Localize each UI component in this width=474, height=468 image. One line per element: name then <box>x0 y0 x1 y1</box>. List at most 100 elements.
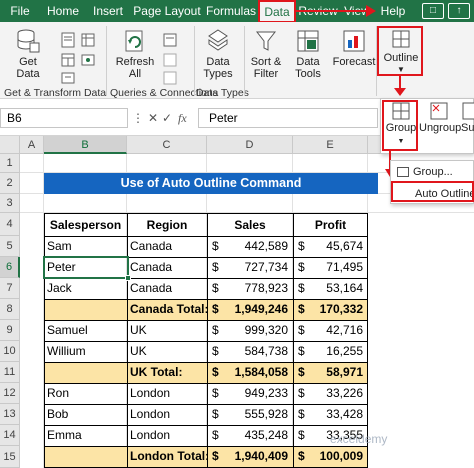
row-header[interactable]: 8 <box>0 299 20 320</box>
existing-connections-icon[interactable] <box>80 52 96 68</box>
fill-handle[interactable] <box>125 275 131 281</box>
header-profit[interactable]: Profit <box>293 214 368 236</box>
row-header[interactable]: 3 <box>0 194 20 213</box>
cell-total-label[interactable]: UK Total: <box>127 362 207 383</box>
cell-profit[interactable]: 53,164 <box>313 278 368 299</box>
data-tools-button[interactable]: Data Tools <box>288 28 328 80</box>
cell-total-sales[interactable]: 1,584,058 <box>227 362 293 383</box>
cell-region[interactable]: Canada <box>127 236 207 257</box>
column-header-d[interactable]: D <box>207 136 293 154</box>
row-header[interactable]: 2 <box>0 173 20 194</box>
row-header[interactable]: 1 <box>0 154 20 173</box>
cell-sales[interactable]: 949,233 <box>227 383 293 404</box>
cell-region[interactable]: UK <box>127 341 207 362</box>
cell-region[interactable]: London <box>127 383 207 404</box>
cell-profit[interactable]: 45,674 <box>313 236 368 257</box>
row-header[interactable]: 12 <box>0 383 20 404</box>
cell-salesperson[interactable]: Samuel <box>44 320 127 341</box>
from-text-icon[interactable] <box>60 32 76 48</box>
tab-insert[interactable]: Insert <box>87 0 129 22</box>
row-header[interactable]: 10 <box>0 341 20 362</box>
cell-region[interactable]: Canada <box>127 278 207 299</box>
cell-profit[interactable]: 33,428 <box>313 404 368 425</box>
cell-profit[interactable]: 71,495 <box>313 257 368 278</box>
row-header[interactable]: 9 <box>0 320 20 341</box>
cell-sales[interactable]: 555,928 <box>227 404 293 425</box>
cell-sales[interactable]: 435,248 <box>227 425 293 446</box>
header-salesperson[interactable]: Salesperson <box>44 214 127 236</box>
cell-currency: $ <box>212 323 219 337</box>
cell-region[interactable]: London <box>127 425 207 446</box>
cell-profit[interactable]: 16,255 <box>313 341 368 362</box>
row-header[interactable]: 6 <box>0 257 20 278</box>
comments-icon[interactable]: □ <box>422 3 444 19</box>
tab-page-layout[interactable]: Page Layout <box>132 0 202 22</box>
tab-help[interactable]: Help <box>377 0 409 22</box>
cell-profit[interactable]: 42,716 <box>313 320 368 341</box>
cell-profit[interactable]: 33,226 <box>313 383 368 404</box>
sheet-title-banner[interactable]: Use of Auto Outline Command <box>44 173 378 194</box>
cell-salesperson[interactable]: Willium <box>44 341 127 362</box>
column-header-b[interactable]: B <box>44 136 127 154</box>
recent-sources-icon[interactable] <box>60 70 76 86</box>
cell-salesperson[interactable]: Emma <box>44 425 127 446</box>
tab-file[interactable]: File <box>2 0 38 22</box>
row-header[interactable]: 13 <box>0 404 20 425</box>
enter-icon[interactable]: ✓ <box>162 108 172 128</box>
cell-total-label[interactable]: Canada Total: <box>127 299 207 320</box>
ungroup-button[interactable]: Ungroup <box>419 101 461 135</box>
select-all-corner[interactable] <box>0 136 20 154</box>
cell-region[interactable]: London <box>127 404 207 425</box>
cell-total-sales[interactable]: 1,940,409 <box>227 446 293 467</box>
queries-icon[interactable] <box>162 32 178 48</box>
from-web-icon[interactable] <box>60 52 76 68</box>
share-icon[interactable]: ↑ <box>448 3 470 19</box>
cell-sales[interactable]: 999,320 <box>227 320 293 341</box>
row-header[interactable]: 14 <box>0 425 20 446</box>
insert-function-icon[interactable]: fx <box>178 108 187 128</box>
cell-total-profit[interactable]: 58,971 <box>313 362 368 383</box>
row-header[interactable]: 15 <box>0 446 20 468</box>
column-header-c[interactable]: C <box>127 136 207 154</box>
formula-input[interactable]: Peter <box>198 108 378 128</box>
cell-currency: $ <box>298 365 305 379</box>
cell-salesperson[interactable]: Sam <box>44 236 127 257</box>
cell-sales[interactable]: 584,738 <box>227 341 293 362</box>
header-sales[interactable]: Sales <box>207 214 293 236</box>
cell-salesperson[interactable]: Jack <box>44 278 127 299</box>
tab-formulas[interactable]: Formulas <box>204 0 258 22</box>
cell-region[interactable]: Canada <box>127 257 207 278</box>
header-region[interactable]: Region <box>127 214 207 236</box>
tab-home[interactable]: Home <box>42 0 84 22</box>
cell-sales[interactable]: 727,734 <box>227 257 293 278</box>
group-menu-item[interactable]: Group... <box>397 165 453 179</box>
cell-salesperson[interactable]: Ron <box>44 383 127 404</box>
active-cell-selection[interactable] <box>43 256 129 279</box>
data-types-button[interactable]: Data Types <box>198 28 238 80</box>
cell-salesperson[interactable]: Bob <box>44 404 127 425</box>
cell-total-label[interactable]: London Total: <box>127 446 207 467</box>
subtotal-button[interactable]: Sub <box>461 101 474 135</box>
column-header-e[interactable]: E <box>293 136 368 154</box>
row-header[interactable]: 11 <box>0 362 20 383</box>
get-data-button[interactable]: Get Data <box>8 28 48 80</box>
cell-total-sales[interactable]: 1,949,246 <box>227 299 293 320</box>
cell-sales[interactable]: 778,923 <box>227 278 293 299</box>
row-header[interactable]: 5 <box>0 236 20 257</box>
cell-sales[interactable]: 442,589 <box>227 236 293 257</box>
name-box[interactable]: B6 <box>0 108 128 128</box>
column-header-a[interactable]: A <box>20 136 44 154</box>
chevron-down-icon[interactable]: ⋮ <box>132 108 144 128</box>
cell-region[interactable]: UK <box>127 320 207 341</box>
forecast-button[interactable]: Forecast <box>332 28 376 68</box>
cancel-icon[interactable]: ✕ <box>148 108 158 128</box>
sort-filter-button[interactable]: Sort & Filter <box>247 28 285 80</box>
properties-icon[interactable] <box>162 52 178 68</box>
row-header[interactable]: 7 <box>0 278 20 299</box>
from-table-icon[interactable] <box>80 32 96 48</box>
cell-total-profit[interactable]: 170,332 <box>313 299 368 320</box>
cell-total-profit[interactable]: 100,009 <box>313 446 368 467</box>
edit-links-icon[interactable] <box>162 70 178 86</box>
refresh-all-button[interactable]: Refresh All <box>112 28 158 80</box>
row-header[interactable]: 4 <box>0 213 20 236</box>
